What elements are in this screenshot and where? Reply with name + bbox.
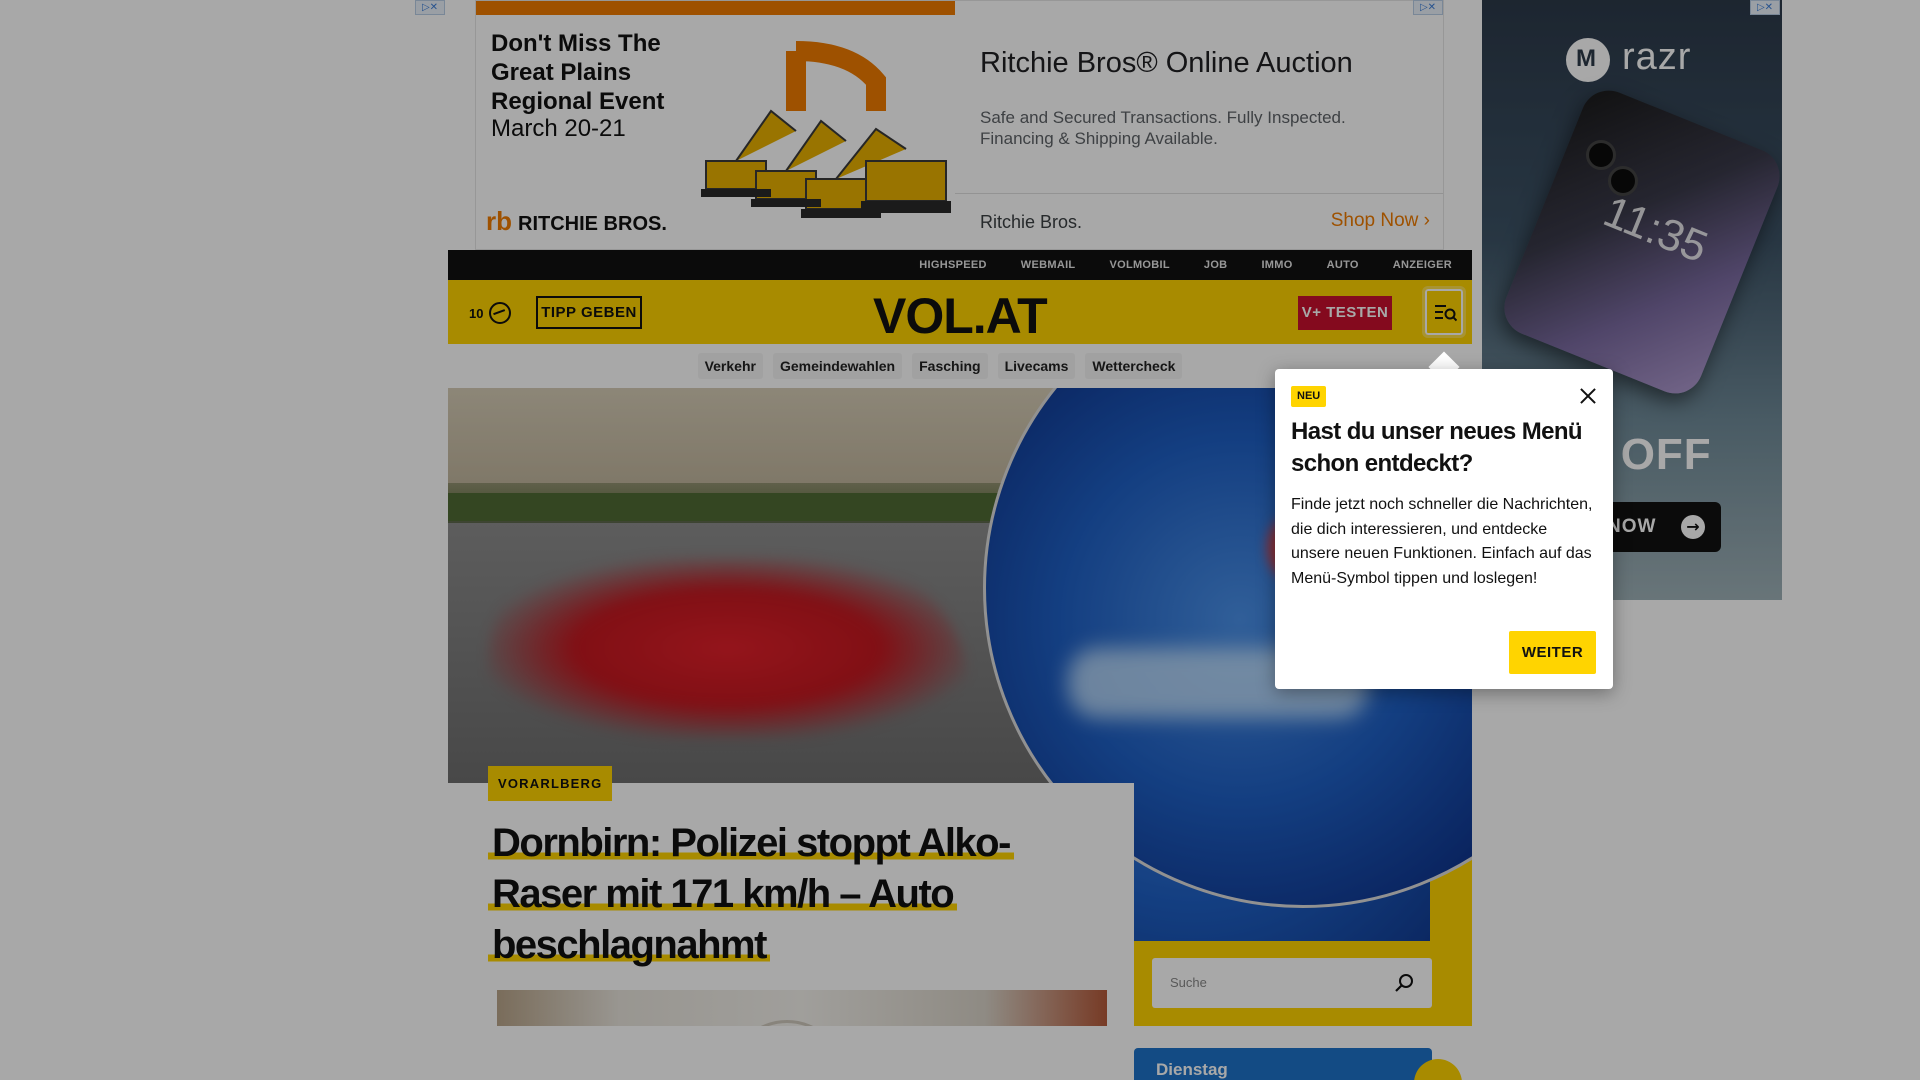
popup-title: Hast du unser neues Menü schon entdeckt? [1291,418,1583,477]
new-menu-popup: NEU Hast du unser neues Menü schon entde… [1275,369,1613,689]
modal-dim-overlay[interactable] [0,0,1920,1080]
popup-body: Finde jetzt noch schneller die Nachricht… [1291,496,1593,587]
weiter-button[interactable]: WEITER [1509,631,1596,674]
new-badge: NEU [1291,386,1327,407]
close-icon[interactable] [1577,386,1599,408]
